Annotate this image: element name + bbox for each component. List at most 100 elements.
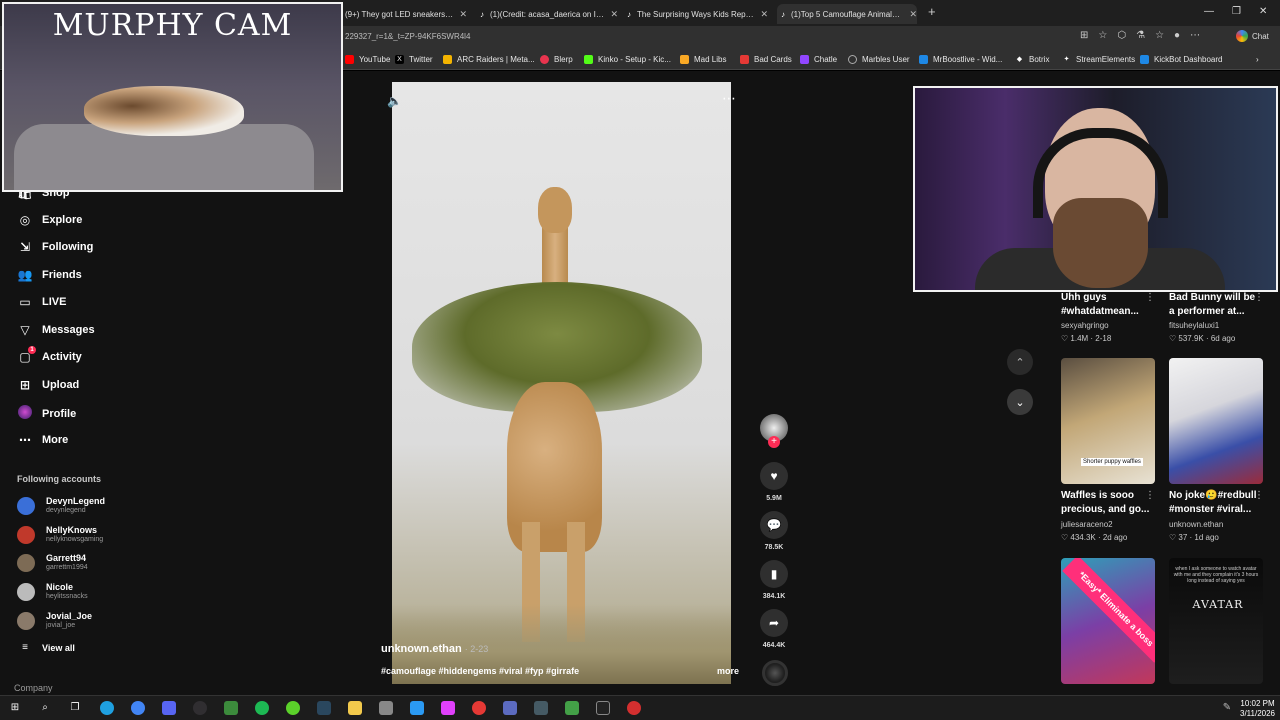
tab-close-icon[interactable]: ✕	[909, 9, 917, 20]
rec-user[interactable]: fitsuheylaluxi1	[1169, 321, 1219, 330]
rec-title[interactable]: Waffles is sooo precious, and go...	[1061, 489, 1149, 517]
rec-options-icon[interactable]: ⋮	[1145, 490, 1155, 501]
previous-video-button[interactable]: ⌃	[1007, 349, 1033, 375]
maximize-icon[interactable]: ❐	[1232, 6, 1241, 17]
chat-button[interactable]: Chat	[1236, 30, 1269, 42]
bookmark-item[interactable]: MrBoostlive - Wid...	[919, 55, 1002, 64]
pen-icon[interactable]: ✎	[1220, 701, 1234, 715]
app-icon[interactable]	[224, 701, 238, 715]
bookmark-item[interactable]: YouTube	[345, 55, 390, 64]
bookmarks-overflow-icon[interactable]: ›	[1256, 55, 1259, 64]
bookmark-item[interactable]: Mad Libs	[680, 55, 726, 64]
nav-explore[interactable]: ◎ Explore	[17, 213, 83, 227]
rec-thumbnail[interactable]: when I ask someone to watch avatar with …	[1169, 558, 1263, 684]
bookmark-item[interactable]: X Twitter	[395, 55, 433, 64]
bookmark-item[interactable]: ◆ Botrix	[1015, 55, 1050, 64]
following-account[interactable]: DevynLegend devynlegend	[17, 496, 105, 515]
minimize-icon[interactable]: —	[1204, 6, 1214, 17]
nav-upload[interactable]: ⊞ Upload	[17, 378, 79, 392]
rec-thumbnail[interactable]	[1169, 358, 1263, 484]
video-player[interactable]	[392, 82, 731, 684]
install-app-icon[interactable]: ⊞	[1080, 30, 1088, 41]
obs-icon[interactable]	[193, 701, 207, 715]
follow-plus-icon[interactable]: +	[768, 436, 780, 448]
bookmark-item[interactable]: Bad Cards	[740, 55, 792, 64]
bookmark-item[interactable]: ARC Raiders | Meta...	[443, 55, 535, 64]
rec-thumbnail[interactable]: Shorter puppy waffles	[1061, 358, 1155, 484]
rec-title[interactable]: Uhh guys #whatdatmean...	[1061, 291, 1139, 319]
extension-icon[interactable]: ⬡	[1117, 30, 1126, 41]
caption-more-link[interactable]: more	[717, 666, 739, 676]
following-account[interactable]: NellyKnows nellyknowsgaming	[17, 525, 103, 544]
video-hashtags[interactable]: #camouflage #hiddengems #viral #fyp #gir…	[381, 666, 579, 676]
app-icon[interactable]	[534, 701, 548, 715]
bookmark-item[interactable]: KickBot Dashboard	[1140, 55, 1222, 64]
app-icon[interactable]	[472, 701, 486, 715]
extension-icon[interactable]: ⚗	[1136, 30, 1145, 41]
browser-tab[interactable]: ♪ (1)(Credit: acasa_daerica on IG) # ✕	[480, 4, 618, 24]
save-button[interactable]: ▮	[760, 560, 788, 588]
nav-profile[interactable]: Profile	[17, 405, 76, 422]
bookmark-item[interactable]: ✦ StreamElements	[1062, 55, 1136, 64]
nav-more[interactable]: ⋯ More	[17, 433, 68, 447]
following-account[interactable]: Jovial_Joe jovial_joe	[17, 611, 92, 630]
chrome-icon[interactable]	[131, 701, 145, 715]
app-icon[interactable]	[596, 701, 610, 715]
bookmark-item[interactable]: Marbles User	[848, 55, 910, 64]
share-button[interactable]: ➦	[760, 609, 788, 637]
profile-avatar[interactable]: ●	[1174, 30, 1180, 41]
menu-icon[interactable]: ⋯	[1190, 30, 1200, 41]
bookmark-star-icon[interactable]: ☆	[1098, 30, 1107, 41]
windows-start-icon[interactable]: ⊞	[8, 701, 22, 715]
tab-close-icon[interactable]: ✕	[459, 9, 467, 20]
view-all-link[interactable]: ≡ View all	[17, 642, 75, 653]
app-icon[interactable]	[503, 701, 517, 715]
task-view-icon[interactable]: ❐	[68, 701, 82, 715]
steam-icon[interactable]	[317, 701, 331, 715]
folder-icon[interactable]	[348, 701, 362, 715]
bookmark-item[interactable]: Kinko - Setup - Kic...	[584, 55, 671, 64]
browser-tab[interactable]: (9+) They got LED sneakers, I got ✕	[345, 4, 467, 24]
comment-button[interactable]: 💬	[760, 511, 788, 539]
new-tab-button[interactable]: +	[928, 4, 936, 19]
app-icon[interactable]	[379, 701, 393, 715]
app-icon[interactable]	[627, 701, 641, 715]
company-link[interactable]: Company	[14, 683, 53, 693]
app-icon[interactable]	[565, 701, 579, 715]
tab-close-icon[interactable]: ✕	[760, 9, 768, 20]
nav-friends[interactable]: 👥 Friends	[17, 268, 82, 282]
volume-icon[interactable]: 🔈	[387, 94, 402, 108]
rec-user[interactable]: unknown.ethan	[1169, 520, 1223, 529]
tab-close-icon[interactable]: ✕	[610, 9, 618, 20]
app-icon[interactable]	[286, 701, 300, 715]
url-field[interactable]: 229327_r=1&_t=ZP-94KF6SWR4l4	[345, 32, 470, 41]
discord-icon[interactable]	[162, 701, 176, 715]
video-author[interactable]: unknown.ethan · 2-23	[381, 643, 488, 655]
music-disc-icon[interactable]	[762, 660, 788, 686]
nav-messages[interactable]: ▽ Messages	[17, 323, 94, 337]
close-window-icon[interactable]: ✕	[1259, 6, 1267, 17]
like-button[interactable]: ♥	[760, 462, 788, 490]
video-options-icon[interactable]: ⋯	[722, 90, 736, 107]
nav-live[interactable]: ▭ LIVE	[17, 295, 66, 309]
rec-user[interactable]: sexyahgringo	[1061, 321, 1109, 330]
rec-title[interactable]: Bad Bunny will be a performer at...	[1169, 291, 1255, 319]
edge-icon[interactable]	[100, 701, 114, 715]
spotify-icon[interactable]	[255, 701, 269, 715]
nav-activity[interactable]: ▢ 1 Activity	[17, 346, 82, 364]
app-icon[interactable]	[410, 701, 424, 715]
rec-user[interactable]: juliesaraceno2	[1061, 520, 1113, 529]
following-account[interactable]: Garrett94 garrettm1994	[17, 553, 88, 572]
bookmark-item[interactable]: Chatle	[800, 55, 837, 64]
nav-following[interactable]: ⇲ Following	[17, 240, 93, 254]
rec-options-icon[interactable]: ⋮	[1145, 292, 1155, 303]
bookmark-item[interactable]: Blerp	[540, 55, 573, 64]
rec-options-icon[interactable]: ⋮	[1254, 292, 1264, 303]
next-video-button[interactable]: ⌄	[1007, 389, 1033, 415]
system-clock[interactable]: 10:02 PM 3/11/2026	[1240, 699, 1275, 719]
app-icon[interactable]	[441, 701, 455, 715]
following-account[interactable]: Nicole heylitssnacks	[17, 582, 88, 601]
favorites-icon[interactable]: ☆	[1155, 30, 1164, 41]
search-icon[interactable]: ⌕	[38, 701, 52, 715]
browser-tab-active[interactable]: ♪ (1)Top 5 Camouflage Animals Rev ✕	[777, 4, 917, 24]
